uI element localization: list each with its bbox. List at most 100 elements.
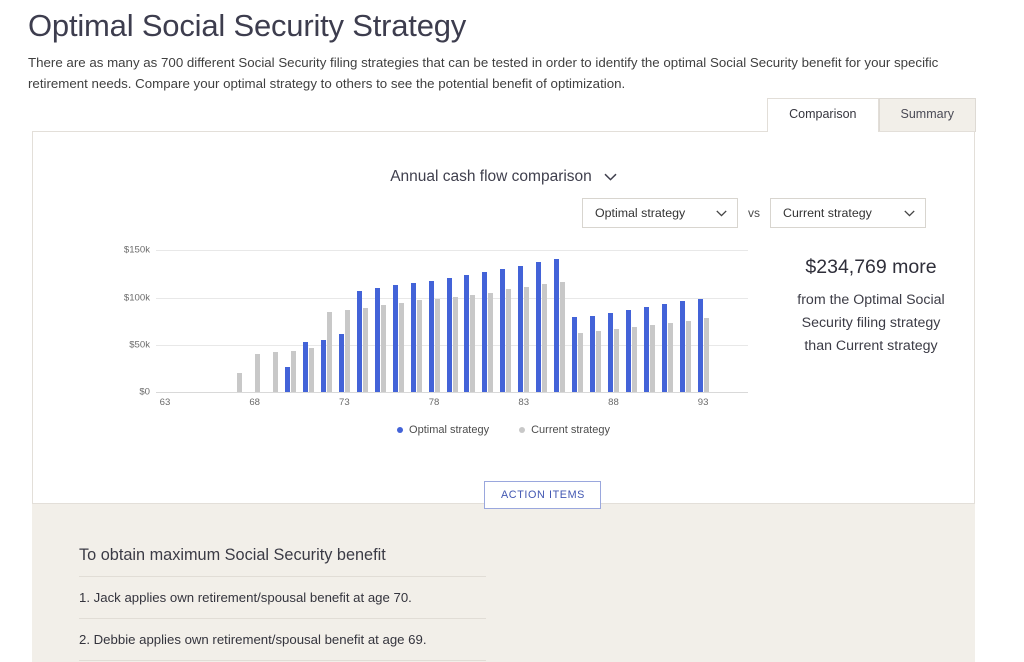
- chart-title: Annual cash flow comparison: [390, 168, 592, 185]
- chart-bar-current[interactable]: [613, 328, 619, 392]
- chart-bar-current[interactable]: [416, 300, 422, 392]
- chart-bar-optimal[interactable]: [302, 341, 308, 392]
- benefit-line-2: Security filing strategy: [801, 315, 941, 331]
- benefit-line-3: than Current strategy: [804, 338, 938, 354]
- chart-bar-current[interactable]: [362, 308, 368, 392]
- legend-item-optimal[interactable]: Optimal strategy: [397, 424, 489, 436]
- x-axis-tick-label: 93: [697, 397, 709, 408]
- x-axis-tick-label: 83: [518, 397, 530, 408]
- chart-bar-optimal[interactable]: [536, 261, 542, 392]
- select-current-strategy[interactable]: Current strategy: [770, 198, 926, 228]
- x-axis-tick-label: 63: [159, 397, 171, 408]
- select-optimal-strategy-value: Optimal strategy: [595, 206, 686, 220]
- chart-bar-optimal[interactable]: [446, 277, 452, 392]
- select-optimal-strategy[interactable]: Optimal strategy: [582, 198, 738, 228]
- tab-bar: Comparison Summary: [767, 98, 976, 132]
- annual-cash-flow-chart: $0 $50k $100k $150k 63 68 73 78 83 88 93: [116, 240, 748, 408]
- select-current-strategy-value: Current strategy: [783, 206, 872, 220]
- vs-label: vs: [748, 206, 760, 220]
- legend-dot-optimal: [397, 427, 404, 433]
- chart-bars: [156, 240, 748, 392]
- chart-bar-optimal[interactable]: [482, 272, 488, 392]
- x-axis-tick-label: 68: [249, 397, 260, 408]
- chart-bar-optimal[interactable]: [518, 265, 524, 392]
- benefit-line-1: from the Optimal Social: [797, 292, 945, 308]
- chart-bar-current[interactable]: [255, 354, 261, 392]
- action-items-title: To obtain maximum Social Security benefi…: [79, 546, 386, 564]
- chart-bar-optimal[interactable]: [572, 317, 578, 392]
- chart-bar-current[interactable]: [380, 305, 386, 392]
- benefit-summary: $234,769 more from the Optimal Social Se…: [765, 256, 977, 358]
- chart-bar-current[interactable]: [344, 309, 350, 392]
- page-intro-text: There are as many as 700 different Socia…: [28, 55, 939, 91]
- chart-bar-current[interactable]: [578, 332, 584, 392]
- list-item: 1. Jack applies own retirement/spousal b…: [79, 576, 486, 618]
- chart-bar-optimal[interactable]: [356, 291, 362, 392]
- action-items-list: 1. Jack applies own retirement/spousal b…: [79, 576, 486, 661]
- chart-bar-optimal[interactable]: [464, 274, 470, 392]
- chart-bar-current[interactable]: [685, 321, 691, 392]
- chart-bar-current[interactable]: [470, 294, 476, 392]
- list-divider: [79, 660, 486, 661]
- comparison-card: Annual cash flow comparison Optimal stra…: [32, 131, 977, 509]
- chart-title-row[interactable]: Annual cash flow comparison: [33, 168, 974, 186]
- chart-bar-optimal[interactable]: [285, 367, 291, 392]
- x-axis-tick-label: 73: [339, 397, 350, 408]
- chart-bar-current[interactable]: [631, 326, 637, 392]
- chevron-down-icon: [716, 206, 727, 220]
- list-item: 2. Debbie applies own retirement/spousal…: [79, 618, 486, 660]
- x-axis-tick-label: 78: [428, 397, 440, 408]
- chart-bar-current[interactable]: [506, 289, 512, 392]
- y-axis-tick-label: $150k: [123, 244, 150, 256]
- chart-bar-optimal[interactable]: [554, 258, 560, 392]
- chart-bar-current[interactable]: [273, 352, 279, 392]
- chart-bar-current[interactable]: [452, 296, 458, 392]
- x-axis-tick-label: 88: [608, 397, 619, 408]
- tab-comparison-label: Comparison: [789, 107, 857, 121]
- chart-bar-optimal[interactable]: [643, 307, 649, 392]
- chart-bar-optimal[interactable]: [428, 280, 434, 392]
- legend-item-current[interactable]: Current strategy: [519, 424, 610, 436]
- chart-bar-optimal[interactable]: [320, 340, 326, 392]
- chart-bar-optimal[interactable]: [500, 269, 506, 392]
- chart-bar-optimal[interactable]: [374, 288, 380, 392]
- chart-bar-optimal[interactable]: [338, 334, 344, 392]
- chart-bar-current[interactable]: [237, 373, 243, 392]
- tab-comparison[interactable]: Comparison: [767, 98, 879, 132]
- chevron-down-icon[interactable]: [604, 173, 617, 181]
- action-items-button[interactable]: ACTION ITEMS: [484, 481, 601, 509]
- chart-bar-optimal[interactable]: [625, 309, 631, 392]
- chart-bar-optimal[interactable]: [410, 283, 416, 392]
- y-axis-tick-label: $100k: [123, 292, 150, 304]
- chart-bar-current[interactable]: [667, 323, 673, 392]
- chart-bar-current[interactable]: [326, 311, 332, 392]
- y-axis-tick-label: $50k: [129, 339, 150, 351]
- chart-bar-current[interactable]: [308, 347, 314, 392]
- strategy-selector-row: Optimal strategy vs Current strategy: [582, 198, 926, 228]
- chart-bar-optimal[interactable]: [697, 298, 703, 392]
- chart-bar-optimal[interactable]: [679, 301, 685, 392]
- chart-bar-current[interactable]: [488, 292, 494, 392]
- action-items-panel: To obtain maximum Social Security benefi…: [32, 504, 975, 662]
- chart-bar-current[interactable]: [542, 284, 548, 392]
- chart-bar-optimal[interactable]: [607, 312, 613, 392]
- tab-summary[interactable]: Summary: [878, 98, 976, 132]
- chart-bar-current[interactable]: [649, 325, 655, 392]
- chart-bar-optimal[interactable]: [392, 285, 398, 392]
- benefit-amount: $234,769 more: [805, 256, 937, 278]
- legend-label-optimal: Optimal strategy: [409, 424, 490, 436]
- chart-bar-optimal[interactable]: [661, 304, 667, 392]
- chart-bar-optimal[interactable]: [590, 315, 595, 392]
- chart-bar-current[interactable]: [703, 318, 709, 392]
- chart-bar-current[interactable]: [560, 281, 566, 392]
- chart-bar-current[interactable]: [524, 287, 530, 392]
- page-title: Optimal Social Security Strategy: [28, 8, 467, 43]
- legend-label-current: Current strategy: [531, 424, 610, 436]
- chevron-down-icon: [904, 206, 915, 220]
- chart-bar-current[interactable]: [596, 330, 601, 392]
- chart-bar-current[interactable]: [398, 303, 404, 392]
- chart-bar-current[interactable]: [291, 351, 297, 392]
- chart-bar-current[interactable]: [434, 298, 440, 392]
- chart-plot-area: $0 $50k $100k $150k 63 68 73 78 83 88 93: [124, 240, 748, 408]
- tab-summary-label: Summary: [900, 107, 954, 121]
